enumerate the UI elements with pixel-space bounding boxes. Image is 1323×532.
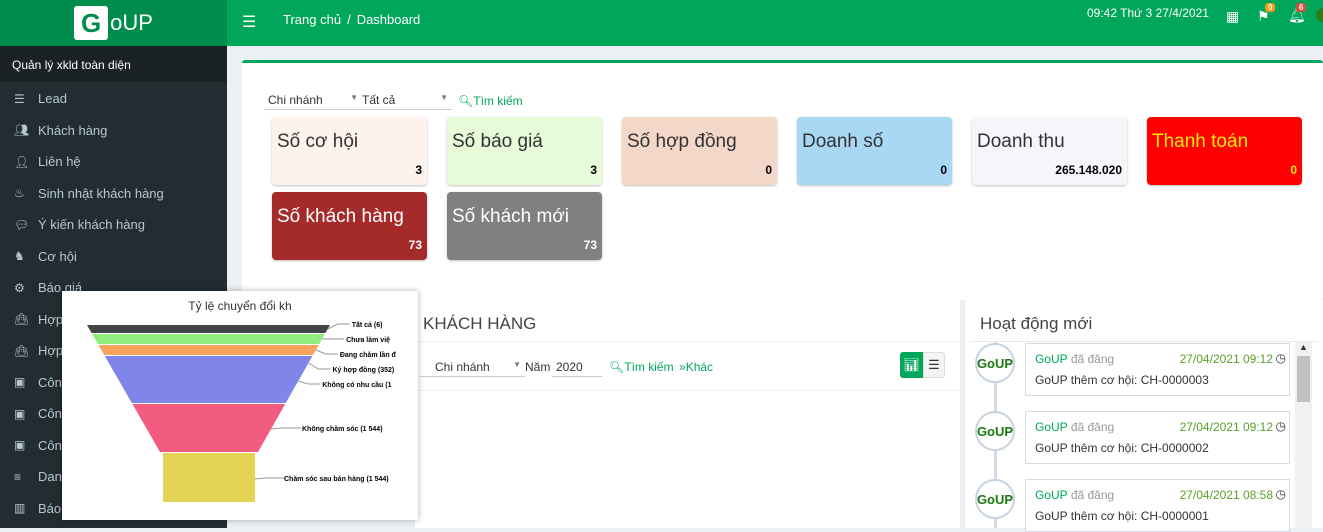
breadcrumb-home[interactable]: Trang chủ [283, 12, 341, 27]
funnel-segment[interactable] [104, 356, 313, 403]
funnel-connector [315, 349, 338, 355]
users-icon: 👥︎ [14, 123, 30, 138]
goup-avatar: GoUP [975, 343, 1015, 383]
user-avatar[interactable] [1316, 8, 1323, 22]
funnel-label: Đang chăm lần đ [340, 350, 397, 359]
list-view-button[interactable]: ☰ [923, 352, 945, 378]
funnel-chart: Tỷ lệ chuyển đổi kh Tất cả (6) Chưa làm v… [87, 299, 397, 502]
sidebar-item[interactable]: ♨ Sinh nhật khách hàng [0, 178, 227, 210]
flag-badge: 0 [1265, 3, 1276, 12]
clock-icon: ◷ [1275, 419, 1286, 433]
clock-icon: ◷ [1275, 487, 1286, 501]
money-icon: ▣ [14, 438, 26, 453]
sidebar-item[interactable]: ☰ Lead [0, 83, 227, 115]
funnel-label: Không chăm sóc (1 544) [302, 426, 383, 433]
funnel-label: Chăm sóc sau bán hàng (1 544) [284, 476, 389, 483]
bar-chart-icon: ▥ [14, 501, 26, 516]
clock: 09:42 Thứ 3 27/4/2021 [1087, 6, 1209, 20]
chart-view-button[interactable]: 📊︎ [900, 352, 923, 378]
funnel-segment[interactable] [163, 453, 255, 502]
activity-entry[interactable]: GoUP đã đăng 27/04/2021 09:12 ◷ GoUP thêm c… [1025, 343, 1290, 396]
stat-card[interactable]: Số hợp đồng 0 [622, 117, 777, 185]
gear-icon: ⚙ [14, 280, 25, 295]
menu-toggle-icon[interactable]: ☰ [242, 12, 256, 32]
opportunity-icon: ♞ [14, 249, 25, 264]
activity-title: Hoạt động mới [980, 314, 1093, 333]
status-select[interactable]: Tất cả ▼ [358, 91, 452, 110]
sidebar-item[interactable]: 👤︎ Liên hệ [0, 146, 227, 178]
dashboard-panel: Chi nhánh ▼ Tất cả ▼ 🔍︎Tìm kiếm Số cơ hội 3… [242, 60, 1323, 300]
logo[interactable]: GoUP [0, 0, 227, 46]
funnel-label: Chưa làm việ [346, 337, 390, 344]
user-icon: 👤︎ [14, 154, 30, 169]
funnel-segment[interactable] [98, 345, 319, 355]
comment-icon: 💬︎ [14, 217, 30, 232]
stat-card[interactable]: Doanh số 0 [797, 117, 952, 185]
goup-avatar: GoUP [975, 479, 1015, 519]
year-input[interactable]: 2020 [552, 358, 602, 377]
list-icon: ≡ [14, 469, 22, 484]
stat-card[interactable]: Số cơ hội 3 [272, 117, 427, 185]
customers-search-button[interactable]: 🔍︎Tìm kiếm [609, 360, 674, 374]
funnel-connector [327, 323, 350, 330]
funnel-segment[interactable] [92, 334, 325, 344]
chart-title: Tỷ lệ chuyển đổi kh [188, 299, 291, 313]
stat-card[interactable]: Thanh toán 0 [1147, 117, 1302, 185]
stat-card[interactable]: Số khách mới 73 [447, 192, 602, 260]
database-icon: ☰ [14, 91, 25, 106]
birthday-cake-icon: ♨ [14, 186, 25, 201]
breadcrumb: Trang chủ / Dashboard [283, 12, 421, 27]
funnel-segment[interactable] [87, 325, 330, 333]
sidebar-item[interactable]: 👥︎ Khách hàng [0, 115, 227, 147]
funnel-connector [308, 362, 331, 370]
funnel-connector [298, 380, 321, 385]
activity-panel: Hoạt động mới GoUP GoUP đã đăng 27/04/2021… [965, 300, 1323, 532]
funnel-label: Không có nhu cầu (1 [322, 380, 391, 389]
shopping-bag-icon: 👜︎ [14, 343, 30, 358]
customers-branch-select[interactable]: Chi nhánh ▼ [420, 358, 525, 377]
funnel-chart-popup: Tỷ lệ chuyển đổi kh Tất cả (6) Chưa làm v… [62, 291, 418, 520]
funnel-segment[interactable] [132, 404, 286, 452]
clock-icon: ◷ [1275, 351, 1286, 365]
sidebar-item[interactable]: 💬︎ Ý kiến khách hàng [0, 209, 227, 241]
stat-card[interactable]: Doanh thu 265.148.020 [972, 117, 1127, 185]
year-label: Năm [525, 360, 551, 374]
activity-entry[interactable]: GoUP đã đăng 27/04/2021 09:12 ◷ GoUP thêm c… [1025, 411, 1290, 464]
bell-badge: 6 [1296, 3, 1307, 12]
funnel-label: Ký hợp đồng (352) [332, 365, 394, 374]
customers-title: KHÁCH HÀNG [423, 314, 537, 333]
funnel-connector [270, 427, 302, 430]
more-filters-button[interactable]: »Khác [679, 360, 713, 374]
apps-grid-icon[interactable]: ▦ [1226, 8, 1239, 25]
activity-scrollbar[interactable]: ▲ [1295, 342, 1312, 528]
branch-select[interactable]: Chi nhánh ▼ [264, 91, 362, 110]
goup-avatar: GoUP [975, 411, 1015, 451]
stat-card[interactable]: Số báo giá 3 [447, 117, 602, 185]
search-button[interactable]: 🔍︎Tìm kiếm [458, 94, 523, 108]
sidebar-title: Quản lý xkld toàn diện [0, 46, 227, 82]
customers-panel: KHÁCH HÀNG Chi nhánh ▼ Năm 2020 🔍︎Tìm kiế… [415, 300, 960, 528]
shopping-bag-icon: 👜︎ [14, 312, 30, 327]
money-icon: ▣ [14, 375, 26, 390]
funnel-connector [254, 477, 285, 480]
sidebar-item[interactable]: ♞ Cơ hội [0, 241, 227, 273]
money-icon: ▣ [14, 406, 26, 421]
activity-entry[interactable]: GoUP đã đăng 27/04/2021 08:58 ◷ GoUP thêm c… [1025, 479, 1290, 532]
funnel-label: Tất cả (6) [352, 321, 383, 329]
stat-card[interactable]: Số khách hàng 73 [272, 192, 427, 260]
